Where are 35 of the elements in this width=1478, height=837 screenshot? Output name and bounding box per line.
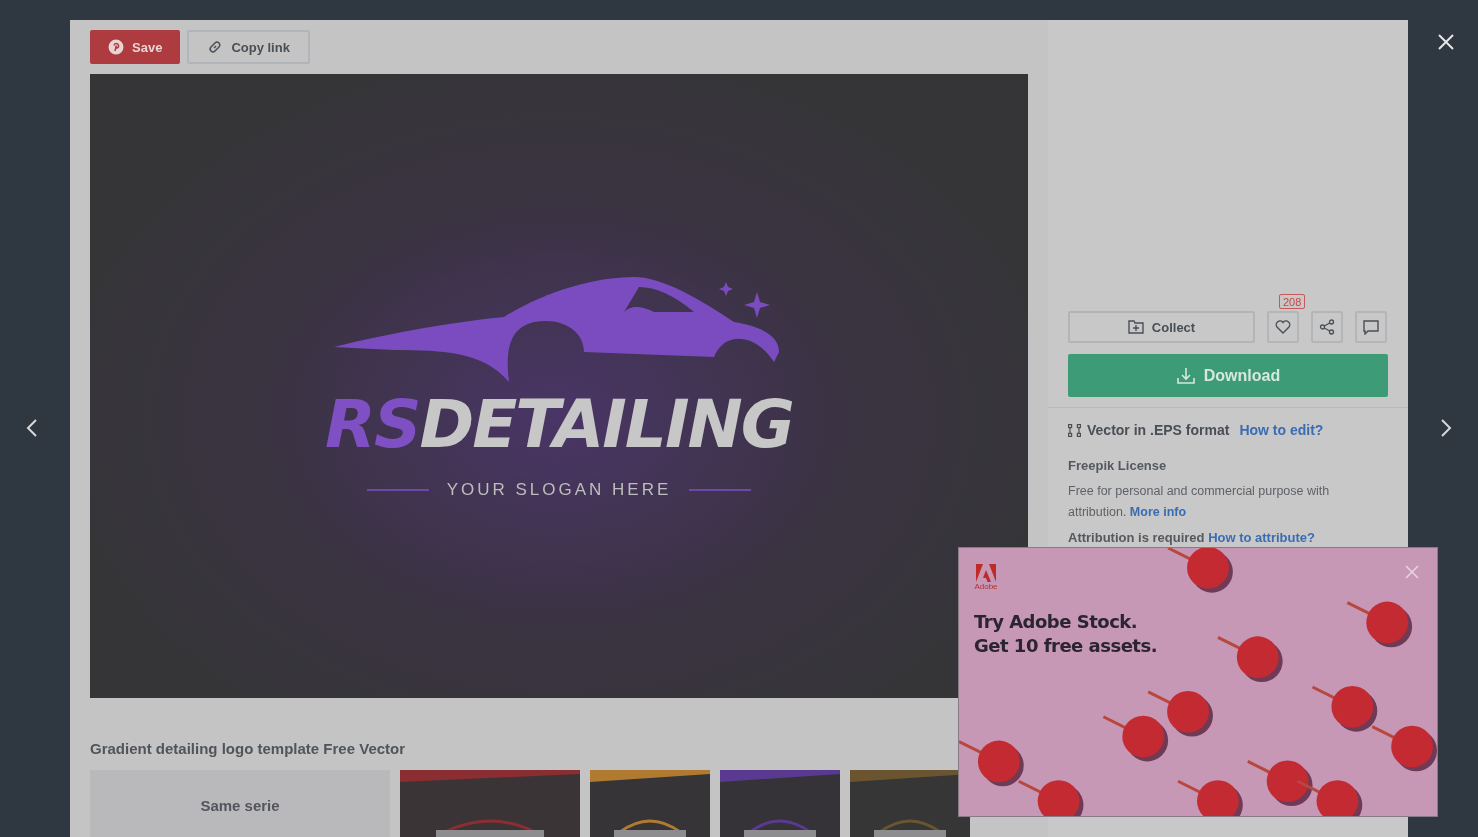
heart-icon [1275, 320, 1291, 334]
ad-headline: Try Adobe Stock. [974, 611, 1139, 633]
share-icon [1319, 319, 1335, 335]
vector-nodes-icon [1068, 423, 1081, 437]
share-button[interactable] [1311, 311, 1343, 343]
chevron-left-icon[interactable] [25, 418, 39, 438]
ad-headline: Get 10 free assets. [974, 635, 1157, 657]
ad-banner[interactable]: Adobe Try Adobe Stock. Get 10 free assets. [958, 547, 1438, 817]
logo-name: DETAILING [419, 392, 793, 458]
how-to-edit-link[interactable]: How to edit? [1239, 422, 1324, 438]
download-icon [1175, 365, 1196, 386]
download-button[interactable]: Download [1068, 354, 1388, 397]
like-button[interactable] [1267, 311, 1299, 343]
folder-plus-icon [1127, 320, 1144, 334]
like-count: 208 [1279, 294, 1306, 309]
how-to-attribute-link[interactable]: How to attribute? [1208, 530, 1315, 545]
close-icon[interactable] [1436, 32, 1456, 52]
chevron-right-icon[interactable] [1439, 418, 1453, 438]
collect-button[interactable]: Collect [1068, 311, 1255, 343]
save-button[interactable]: Save [90, 30, 181, 64]
speech-bubble-icon [1363, 319, 1379, 335]
logo-slogan: YOUR SLOGAN HERE [446, 480, 672, 500]
license-text: Free for personal and commercial purpose with attribution. More info [1068, 483, 1331, 521]
format-label: Vector in .EPS format [1087, 422, 1230, 438]
image-title: Gradient detailing logo template Free Vector [90, 740, 407, 757]
comment-button[interactable] [1355, 311, 1387, 343]
copy-link-button[interactable]: Copy link [187, 30, 310, 64]
same-series-tile[interactable]: Same serie [90, 770, 390, 837]
logo-initials: RS [325, 392, 420, 458]
adobe-logo-icon [976, 564, 996, 582]
attribution-text: Attribution is required How to attribute? [1068, 530, 1316, 545]
pinterest-icon [108, 39, 124, 55]
license-title: Freepik License [1068, 458, 1168, 473]
more-info-link[interactable]: More info [1129, 505, 1187, 519]
ad-brand: Adobe [974, 582, 998, 591]
